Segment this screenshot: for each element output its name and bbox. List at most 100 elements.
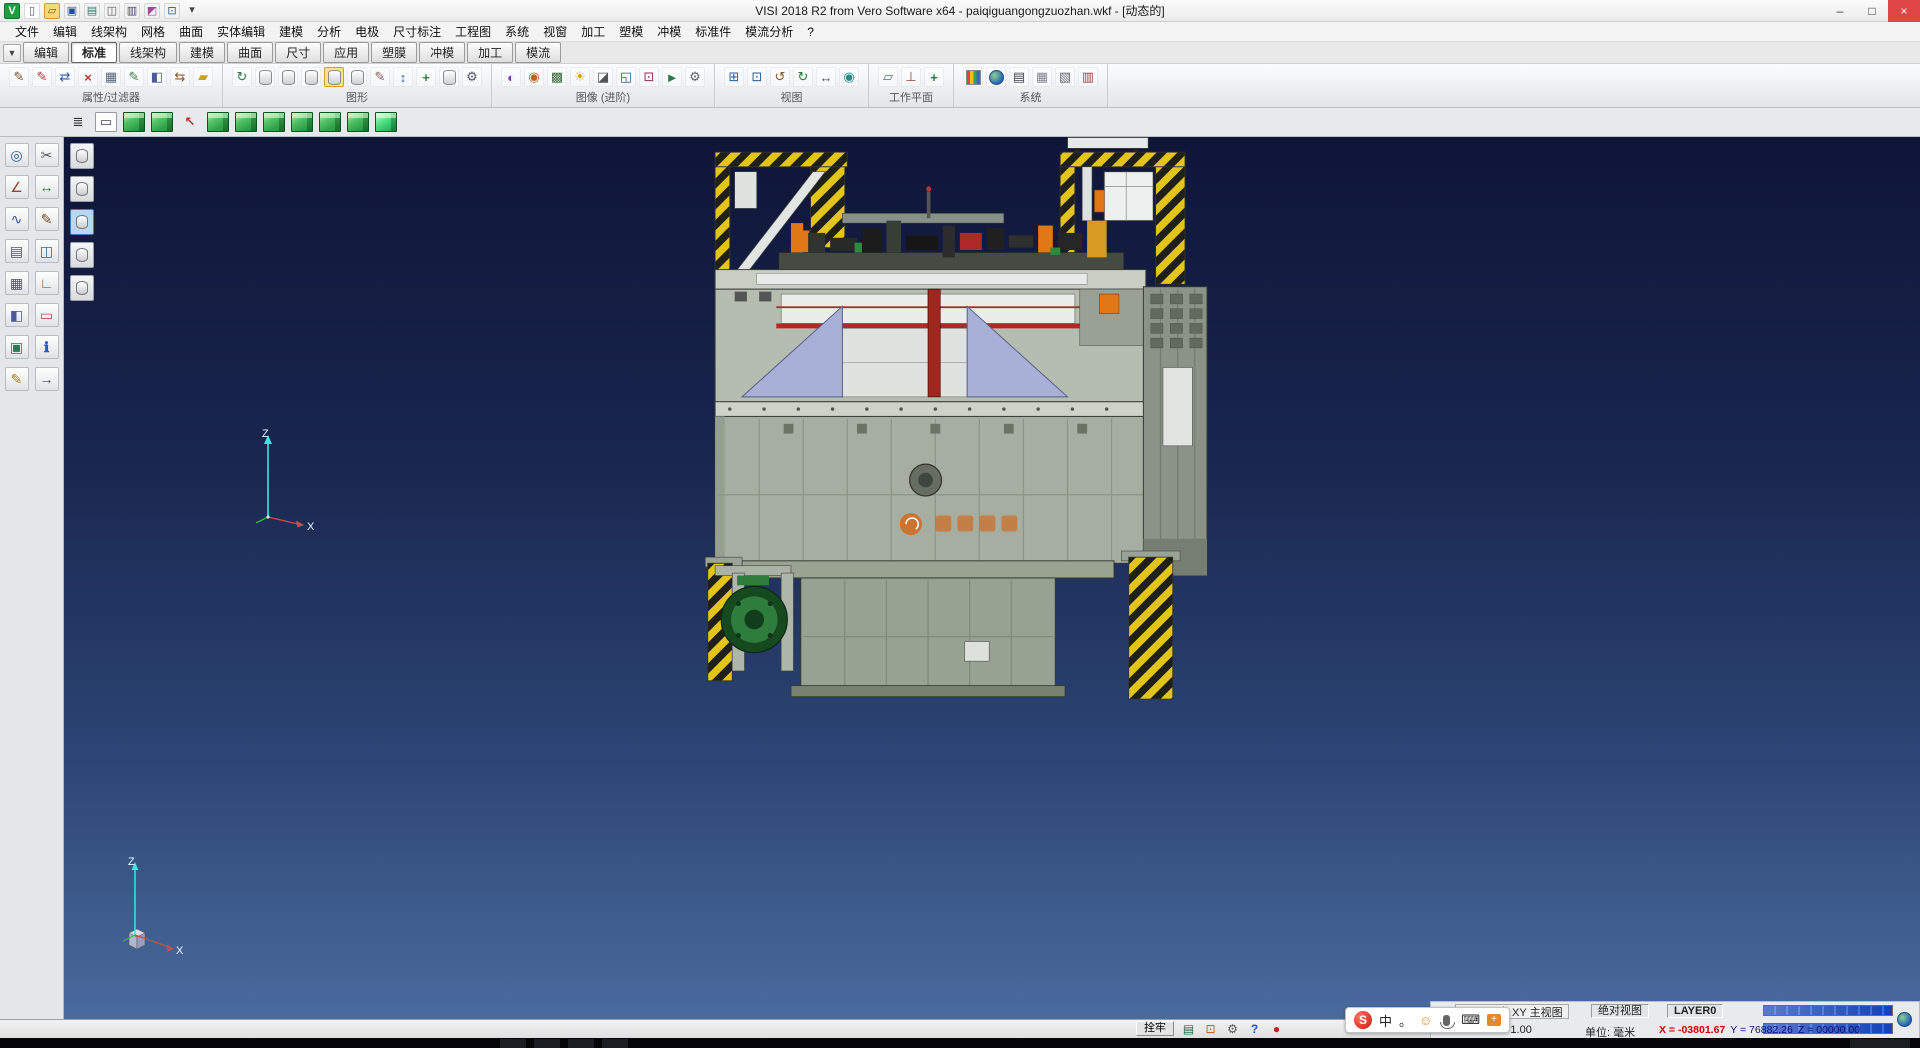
view-menu-icon[interactable]: ≣ bbox=[67, 112, 89, 132]
array-icon[interactable]: ▦ bbox=[5, 271, 29, 295]
ime-mic-icon[interactable] bbox=[1443, 1015, 1450, 1026]
menu-item[interactable]: ? bbox=[800, 23, 821, 41]
ribbon-tab[interactable]: 加工 bbox=[467, 42, 513, 63]
ribbon-tab[interactable]: 建模 bbox=[179, 42, 225, 63]
menu-item[interactable]: 网格 bbox=[134, 21, 172, 42]
filter-db-2-icon[interactable] bbox=[70, 176, 94, 202]
network-globe-icon[interactable] bbox=[1897, 1012, 1912, 1027]
save-file-icon[interactable]: ▣ bbox=[64, 3, 80, 19]
select-pointer-icon[interactable]: ↖ bbox=[179, 112, 201, 132]
menu-item[interactable]: 塑模 bbox=[612, 21, 650, 42]
ime-lang-toggle[interactable]: 中 bbox=[1379, 1011, 1392, 1030]
background-icon[interactable]: ◱ bbox=[616, 67, 636, 87]
edit-graphics-icon[interactable]: ✎ bbox=[370, 67, 390, 87]
tab-dropdown-button[interactable]: ▼ bbox=[3, 44, 21, 62]
screen-config-icon[interactable]: ▤ bbox=[1009, 67, 1029, 87]
view-back-icon[interactable] bbox=[235, 112, 257, 132]
windows-taskbar[interactable] bbox=[0, 1038, 1920, 1048]
active-layer-cell[interactable]: LAYER0 bbox=[1667, 1004, 1723, 1018]
menu-item[interactable]: 模流分析 bbox=[738, 21, 800, 42]
trim-icon[interactable]: ✂ bbox=[35, 143, 59, 167]
filter-db-1-icon[interactable] bbox=[70, 143, 94, 169]
app-logo-visi[interactable]: V bbox=[4, 3, 20, 19]
menu-item[interactable]: 冲模 bbox=[650, 21, 688, 42]
ribbon-tab[interactable]: 编辑 bbox=[23, 42, 69, 63]
sogou-logo-icon[interactable]: S bbox=[1354, 1011, 1372, 1029]
ime-punctuation-toggle[interactable]: 。 bbox=[1399, 1011, 1412, 1030]
menu-item[interactable]: 编辑 bbox=[46, 21, 84, 42]
dynamic-view-icon[interactable]: ◉ bbox=[839, 67, 859, 87]
filter-db-active-icon[interactable] bbox=[70, 209, 94, 235]
snapshot-icon[interactable]: ⊡ bbox=[639, 67, 659, 87]
menu-item[interactable]: 电极 bbox=[348, 21, 386, 42]
zoom-fit-icon[interactable]: ⊡ bbox=[747, 67, 767, 87]
zoom-previous-icon[interactable]: ↺ bbox=[770, 67, 790, 87]
transfer-filter-icon[interactable]: ⇆ bbox=[170, 67, 190, 87]
fill-color-icon[interactable]: ◧ bbox=[5, 303, 29, 327]
performance-icon[interactable]: ▥ bbox=[1078, 67, 1098, 87]
select-entity-icon[interactable]: ◎ bbox=[5, 143, 29, 167]
ribbon-tab[interactable]: 塑膜 bbox=[371, 42, 417, 63]
filter-db-5-icon[interactable] bbox=[70, 275, 94, 301]
lock-toggle-button[interactable]: 拴牢 bbox=[1136, 1021, 1174, 1036]
view-front-icon[interactable] bbox=[207, 112, 229, 132]
ribbon-tab[interactable]: 冲模 bbox=[419, 42, 465, 63]
corner-tool-icon[interactable]: ∟ bbox=[35, 271, 59, 295]
palette-icon[interactable]: ◩ bbox=[144, 3, 160, 19]
record-icon[interactable]: ● bbox=[1268, 1020, 1285, 1037]
sketch-icon[interactable]: ✎ bbox=[35, 207, 59, 231]
texture-icon[interactable]: ▩ bbox=[547, 67, 567, 87]
taskbar-tray[interactable] bbox=[1850, 1039, 1910, 1048]
workplane-create-icon[interactable]: ▱ bbox=[878, 67, 898, 87]
menu-item[interactable]: 文件 bbox=[8, 21, 46, 42]
remove-filter-icon[interactable]: × bbox=[78, 67, 98, 87]
export-icon[interactable]: → bbox=[35, 367, 59, 391]
material-icon[interactable]: ◉ bbox=[524, 67, 544, 87]
hatch-icon[interactable]: ▧ bbox=[1055, 67, 1075, 87]
info-icon[interactable]: ℹ bbox=[35, 335, 59, 359]
database-icon[interactable] bbox=[439, 67, 459, 87]
menu-item[interactable]: 线架构 bbox=[84, 21, 134, 42]
layer-cylinder-icon[interactable] bbox=[255, 67, 275, 87]
erase-icon[interactable]: ▭ bbox=[35, 303, 59, 327]
wireframe-view-icon[interactable] bbox=[301, 67, 321, 87]
menu-item[interactable]: 分析 bbox=[310, 21, 348, 42]
menu-item[interactable]: 工程图 bbox=[448, 21, 498, 42]
menu-item[interactable]: 尺寸标注 bbox=[386, 21, 448, 42]
menu-item[interactable]: 视窗 bbox=[536, 21, 574, 42]
menu-item[interactable]: 实体编辑 bbox=[210, 21, 272, 42]
new-file-icon[interactable]: ▯ bbox=[24, 3, 40, 19]
viewport-3d[interactable]: Z X Z X bbox=[64, 137, 1920, 1019]
grid-settings-icon[interactable]: ▦ bbox=[1032, 67, 1052, 87]
layout-icon[interactable]: ◫ bbox=[104, 3, 120, 19]
apply-filter-icon[interactable]: ◧ bbox=[147, 67, 167, 87]
shadow-icon[interactable]: ◪ bbox=[593, 67, 613, 87]
snap-capture-icon[interactable]: ⊡ bbox=[1202, 1020, 1219, 1037]
mirror-icon[interactable]: ◫ bbox=[35, 239, 59, 263]
hidden-line-icon[interactable] bbox=[347, 67, 367, 87]
taskbar-item[interactable] bbox=[534, 1039, 560, 1048]
filter-db-4-icon[interactable] bbox=[70, 242, 94, 268]
workplane-origin-icon[interactable]: + bbox=[924, 67, 944, 87]
view-axonometric-icon[interactable] bbox=[347, 112, 369, 132]
refresh-graphics-icon[interactable]: ↻ bbox=[232, 67, 252, 87]
menu-item[interactable]: 曲面 bbox=[172, 21, 210, 42]
ribbon-tab[interactable]: 标准 bbox=[71, 42, 117, 63]
match-properties-icon[interactable]: ⇄ bbox=[55, 67, 75, 87]
workplane-align-icon[interactable]: ⊥ bbox=[901, 67, 921, 87]
menu-item[interactable]: 加工 bbox=[574, 21, 612, 42]
zoom-window-icon[interactable]: ⊞ bbox=[724, 67, 744, 87]
sync-database-icon[interactable]: ↕ bbox=[393, 67, 413, 87]
view-dynamic-icon[interactable] bbox=[375, 112, 397, 132]
add-database-icon[interactable]: + bbox=[416, 67, 436, 87]
view-mode-cell[interactable]: 绝对视图 bbox=[1591, 1004, 1649, 1018]
layers-icon[interactable]: ▤ bbox=[5, 239, 29, 263]
print-icon[interactable]: ▥ bbox=[124, 3, 140, 19]
help-icon[interactable]: ? bbox=[1246, 1020, 1263, 1037]
minimize-button[interactable]: – bbox=[1824, 0, 1856, 22]
open-file-icon[interactable]: ▱ bbox=[44, 3, 60, 19]
taskbar-item[interactable] bbox=[500, 1039, 526, 1048]
annotate-icon[interactable]: ✎ bbox=[5, 367, 29, 391]
ribbon-tab[interactable]: 应用 bbox=[323, 42, 369, 63]
move-entity-icon[interactable]: ↔ bbox=[35, 175, 59, 199]
